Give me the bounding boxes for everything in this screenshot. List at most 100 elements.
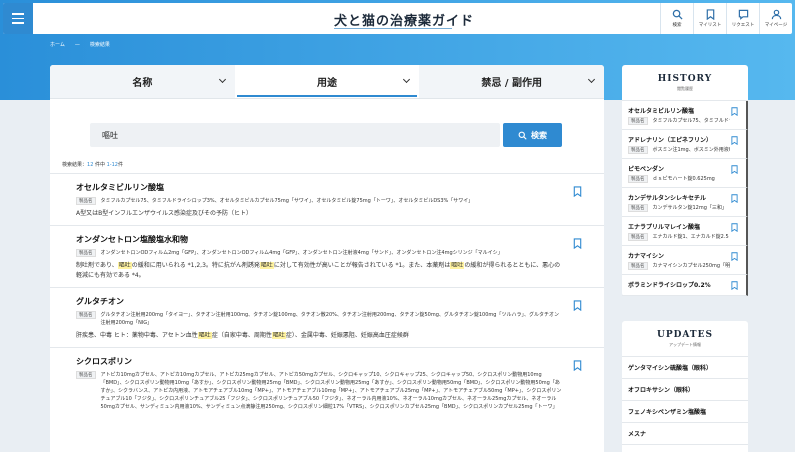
product-tag: 製品名 <box>628 204 648 212</box>
product-list: ボスミン注1mg、ボスミン外用液0.1% <box>652 147 731 153</box>
menu-button[interactable] <box>3 3 33 34</box>
chevron-down-icon <box>218 75 226 84</box>
product-row: 製品名 ｄｓピモハート錠0.625mg <box>628 175 730 183</box>
keyword-highlight: 嘔吐 <box>450 262 465 269</box>
history-item[interactable]: ピモベンダン製品名 ｄｓピモハート錠0.625mg <box>622 159 748 188</box>
bookmark-icon <box>706 9 714 20</box>
keyword-highlight: 嘔吐 <box>259 262 274 269</box>
bookmark-icon[interactable] <box>731 252 738 261</box>
tab-name[interactable]: 名称 <box>50 65 235 98</box>
result-count-total: 12 <box>87 162 94 168</box>
search-button[interactable]: 検索 <box>503 123 562 147</box>
product-row: 製品名 カンデサルタン錠12mg「三和」 <box>628 204 730 212</box>
history-subtitle: 閲覧履歴 <box>677 85 693 91</box>
bookmark-icon[interactable] <box>573 238 582 249</box>
bookmark-icon[interactable] <box>731 281 738 290</box>
bookmark-icon[interactable] <box>573 186 582 197</box>
bookmark-icon[interactable] <box>731 136 738 145</box>
keyword-highlight: 嘔吐 <box>117 262 132 269</box>
history-item[interactable]: アドレナリン（エピネフリン） 製品名ボスミン注1mg、ボスミン外用液0.1% <box>622 130 748 159</box>
nav-search-label: 検索 <box>672 23 682 28</box>
header-nav: 検索 マイリスト リクエスト マイページ <box>660 3 792 34</box>
product-tag: 製品名 <box>628 233 648 241</box>
result-name[interactable]: シクロスポリン <box>76 356 562 367</box>
result-name[interactable]: オセルタミビルリン酸塩 <box>76 182 562 193</box>
history-item[interactable]: カンデサルタンシレキセチル 製品名 カンデサルタン錠12mg「三和」 <box>622 188 748 217</box>
history-item[interactable]: カナマイシン製品名カナマイシンカプセル250mg「明治」 <box>622 246 748 275</box>
bookmark-icon[interactable] <box>731 223 738 232</box>
breadcrumb-home[interactable]: ホーム <box>50 42 65 48</box>
result-name[interactable]: オンダンセトロン塩酸塩水和物 <box>76 234 562 245</box>
updates-title: UPDATES <box>657 329 713 340</box>
usage-text: 症）、金属中毒、妊娠悪阻、妊娠高血圧症候群 <box>285 332 409 339</box>
history-item-name: アドレナリン（エピネフリン） <box>628 137 713 144</box>
nav-search[interactable]: 検索 <box>660 3 693 34</box>
history-item-name: カナマイシン <box>628 253 665 260</box>
result-count: 検索結果：12 件中 1-12件 <box>62 161 123 168</box>
usage-text: 肝疾患、中毒 ヒト：薬物中毒、アセトン血性 <box>76 332 198 339</box>
keyword-highlight: 嘔吐 <box>271 332 286 339</box>
product-row: 製品名カナマイシンカプセル250mg「明治」 <box>628 262 730 270</box>
usage-text: 制吐剤であり、 <box>76 262 118 269</box>
result-usage: A型又はB型インフルエンザウイルス感染症及びその予防（ヒト） <box>76 209 562 219</box>
update-item[interactable]: メスナ <box>622 423 748 445</box>
product-tag: 製品名 <box>628 146 648 154</box>
product-row: 製品名 オンダンセトロンODフィルム2mg「GFP」、オンダンセトロンODフィルム… <box>76 249 562 257</box>
product-row: 製品名 グルタチオン注射用200mg「タイヨー」、タチオン注射用100mg、タチオ… <box>76 311 562 327</box>
tab-name-label: 名称 <box>132 78 153 89</box>
tab-usage-label: 用途 <box>317 78 337 89</box>
product-tag: 製品名 <box>628 262 648 270</box>
product-tag: 製品名 <box>76 249 96 257</box>
bookmark-icon[interactable] <box>731 194 738 203</box>
site-logo[interactable]: 犬と猫の治療薬ガイド <box>334 10 474 29</box>
history-item-name: カンデサルタンシレキセチル <box>628 195 707 202</box>
update-item[interactable]: フェノキシベンザミン塩酸塩 <box>622 401 748 423</box>
updates-subtitle: アップデート情報 <box>669 341 701 347</box>
update-item[interactable]: オフロキサシン（眼科） <box>622 379 748 401</box>
result-item[interactable]: グルタチオン製品名 グルタチオン注射用200mg「タイヨー」、タチオン注射用100… <box>50 287 604 347</box>
bookmark-icon[interactable] <box>573 300 582 311</box>
hamburger-icon <box>12 13 24 15</box>
history-item-name: エナラプリルマレイン酸塩 <box>628 224 701 231</box>
nav-mylist[interactable]: マイリスト <box>693 3 726 34</box>
result-count-prefix: 検索結果： <box>62 162 88 168</box>
result-count-range: 1-12 <box>106 162 118 168</box>
history-item[interactable]: ボラミンドライシロップ0.2% <box>622 275 748 296</box>
product-tag: 製品名 <box>76 371 96 379</box>
product-list: アトピカ10mgカプセル、アトピカ10mgカプセル、アトピカ25mgカプセル、ア… <box>100 372 562 410</box>
bookmark-icon[interactable] <box>573 360 582 371</box>
tab-contraindication[interactable]: 禁忌 / 副作用 <box>419 65 604 98</box>
usage-text: A型又はB型インフルエンザウイルス感染症及びその予防（ヒト） <box>76 210 253 217</box>
result-item[interactable]: オンダンセトロン塩酸塩水和物 製品名 オンダンセトロンODフィルム2mg「GFP」、… <box>50 225 604 287</box>
search-input[interactable] <box>90 123 500 147</box>
bookmark-icon[interactable] <box>731 107 738 116</box>
product-tag: 製品名 <box>628 117 648 125</box>
result-name[interactable]: グルタチオン <box>76 296 562 307</box>
nav-request-label: リクエスト <box>731 23 755 28</box>
product-row: 製品名 エナカルド錠1、エナカルド錠2.5 <box>628 233 730 241</box>
result-count-suffix: 件 <box>117 162 123 168</box>
main-panel: 名称 用途 禁忌 / 副作用 検索 検索結果：12 件中 1-12件 オセルタミ… <box>50 65 604 452</box>
history-item[interactable]: エナラプリルマレイン酸塩製品名 エナカルド錠1、エナカルド錠2.5 <box>622 217 748 246</box>
product-row: 製品名ボスミン注1mg、ボスミン外用液0.1% <box>628 146 730 154</box>
result-item[interactable]: オセルタミビルリン酸塩 製品名 タミフルカプセル75、タミフルドライシロップ3%、オ… <box>50 173 604 225</box>
result-item[interactable]: シクロスポリン 製品名 アトピカ10mgカプセル、アトピカ10mgカプセル、アトピカ… <box>50 347 604 417</box>
breadcrumb: ホーム — 検索結果 <box>50 41 120 48</box>
update-item[interactable]: ゲンタマイシン硫酸塩（眼科） <box>622 357 748 379</box>
breadcrumb-current: 検索結果 <box>89 42 110 48</box>
product-list: カンデサルタン錠12mg「三和」 <box>652 205 727 211</box>
nav-mypage[interactable]: マイページ <box>759 3 792 34</box>
nav-request[interactable]: リクエスト <box>726 3 759 34</box>
product-row: 製品名 アトピカ10mgカプセル、アトピカ10mgカプセル、アトピカ25mgカプセ… <box>76 371 562 411</box>
history-item-name: オセルタミビルリン酸塩 <box>628 108 695 115</box>
usage-text: の緩和に用いられる *1,2,3。特に抗がん剤誘発 <box>131 262 260 269</box>
product-row: 製品名タミフルカプセル75、タミフルドライシロップ3% <box>628 117 730 125</box>
bookmark-icon[interactable] <box>731 165 738 174</box>
product-list: オンダンセトロンODフィルム2mg「GFP」、オンダンセトロンODフィルム4mg… <box>100 250 503 256</box>
history-item-name: ピモベンダン <box>628 166 665 173</box>
breadcrumb-separator: — <box>74 42 80 48</box>
history-item[interactable]: オセルタミビルリン酸塩製品名タミフルカプセル75、タミフルドライシロップ3% <box>622 101 748 130</box>
tab-usage[interactable]: 用途 <box>234 65 420 98</box>
result-count-mid: 件中 <box>94 162 105 168</box>
search-tabs: 名称 用途 禁忌 / 副作用 <box>50 65 604 99</box>
